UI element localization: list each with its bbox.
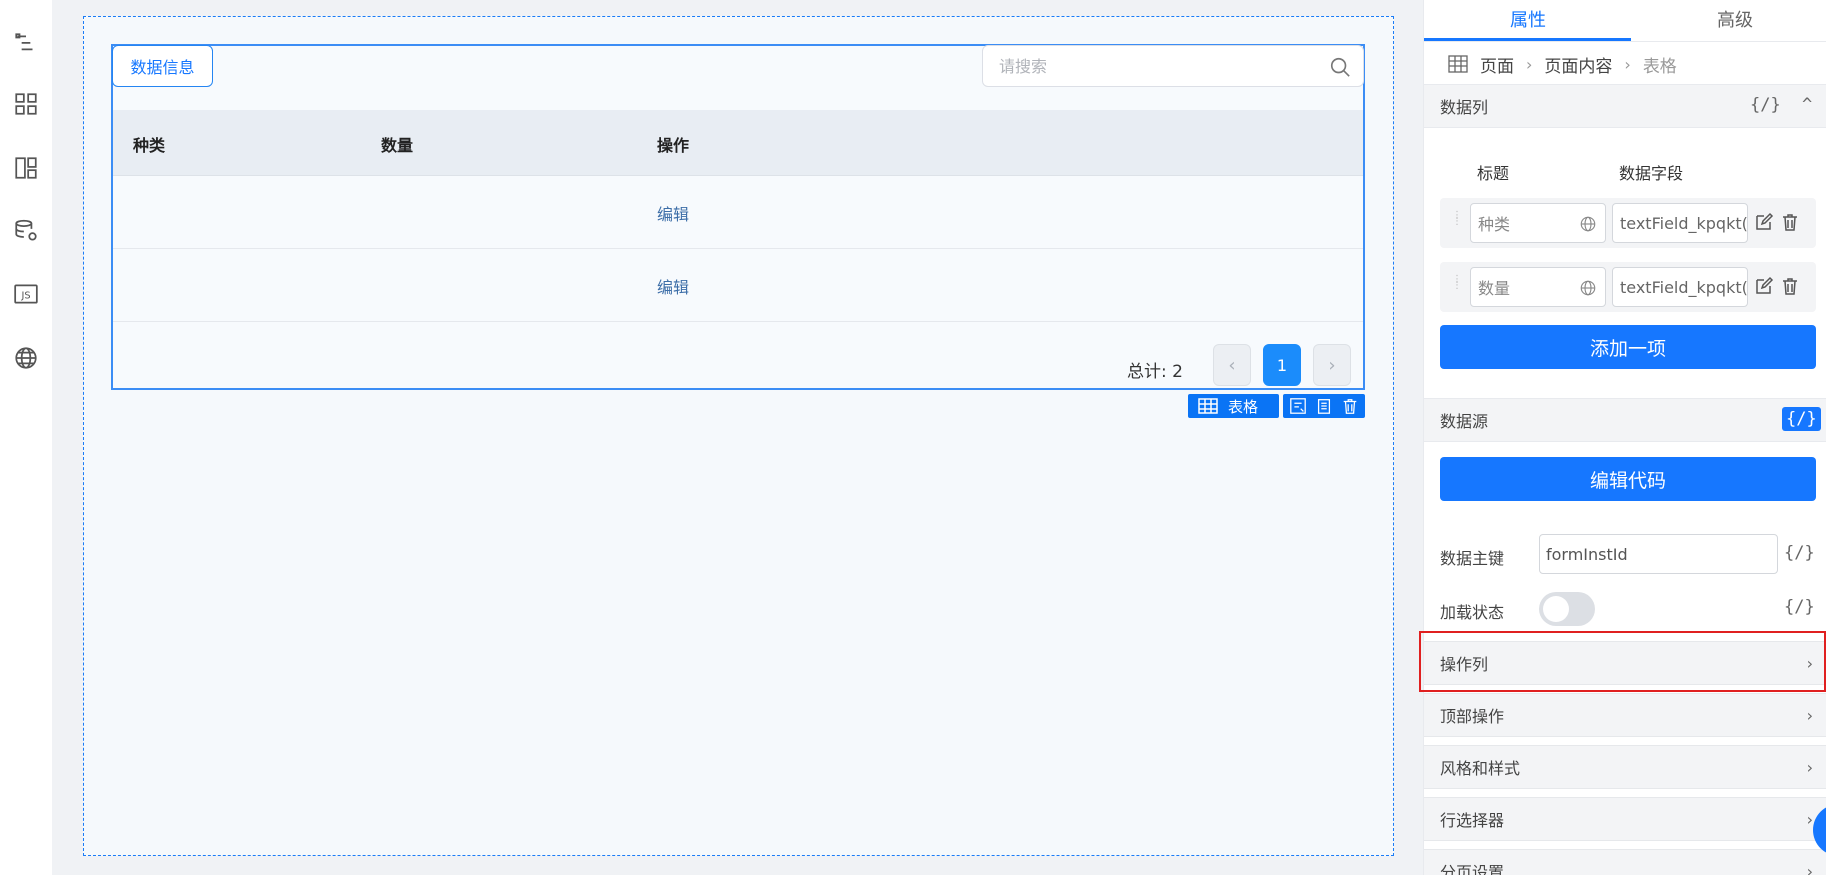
- select-parent-icon[interactable]: [1287, 395, 1309, 417]
- delete-icon[interactable]: [1780, 212, 1800, 232]
- svg-text:JS: JS: [20, 290, 30, 301]
- table-row: 编辑: [113, 249, 1363, 322]
- breadcrumb-table: 表格: [1642, 56, 1677, 77]
- header-quantity: 数量: [381, 136, 414, 155]
- variable-binding-icon[interactable]: {/}: [1750, 95, 1781, 115]
- chevron-right-icon: ›: [1806, 809, 1813, 829]
- breadcrumb-page[interactable]: 页面: [1480, 52, 1514, 77]
- section-label: 行选择器: [1440, 811, 1505, 830]
- breadcrumb-page-content[interactable]: 页面内容: [1544, 52, 1612, 77]
- chevron-right-icon: ›: [1806, 705, 1813, 725]
- component-actions: [1283, 394, 1365, 418]
- edit-link[interactable]: 编辑: [657, 201, 689, 225]
- section-label: 操作列: [1440, 655, 1489, 674]
- table-row: 编辑: [113, 176, 1363, 249]
- tab-properties[interactable]: 属性: [1510, 6, 1546, 32]
- delete-icon[interactable]: [1339, 395, 1361, 417]
- js-icon[interactable]: JS: [10, 278, 42, 310]
- component-toolbar: 表格: [1188, 394, 1365, 418]
- column-field-header: 数据字段: [1619, 164, 1684, 183]
- style-section[interactable]: 风格和样式 ›: [1424, 745, 1826, 789]
- column-title-input[interactable]: 种类: [1470, 203, 1606, 243]
- column-title-value: 种类: [1478, 215, 1511, 234]
- drag-handle-icon[interactable]: ⋮ ⋮: [1452, 275, 1462, 299]
- tab-advanced[interactable]: 高级: [1717, 6, 1753, 32]
- grid-icon: [1448, 55, 1468, 73]
- outline-icon[interactable]: [10, 28, 42, 60]
- datasource-title: 数据源: [1440, 412, 1489, 431]
- column-title-value: 数量: [1478, 279, 1511, 298]
- action-column-section[interactable]: 操作列 ›: [1424, 641, 1826, 685]
- variable-binding-icon[interactable]: {/}: [1784, 597, 1815, 617]
- datasource-header[interactable]: 数据源 {/}: [1424, 398, 1826, 442]
- data-columns-header[interactable]: 数据列 {/} ^: [1424, 84, 1826, 128]
- header-kind: 种类: [133, 136, 166, 155]
- variable-binding-icon[interactable]: {/}: [1782, 407, 1821, 431]
- edit-link[interactable]: 编辑: [657, 274, 689, 298]
- column-field-input[interactable]: textField_kpqkt(: [1612, 267, 1748, 307]
- header-action: 操作: [657, 136, 690, 155]
- column-title-input[interactable]: 数量: [1470, 267, 1606, 307]
- section-label: 分页设置: [1440, 863, 1505, 875]
- component-label-text: 表格: [1228, 397, 1259, 416]
- primary-key-label: 数据主键: [1440, 549, 1505, 568]
- component-label[interactable]: 表格: [1188, 394, 1279, 418]
- table-icon: [1198, 398, 1218, 414]
- prev-page-button[interactable]: ‹: [1213, 344, 1251, 386]
- loading-state-label: 加载状态: [1440, 603, 1505, 622]
- pagination-total: 总计: 2: [1127, 362, 1183, 382]
- data-columns-title: 数据列: [1440, 98, 1489, 117]
- pagination-settings-section[interactable]: 分页设置 ›: [1424, 849, 1826, 875]
- table-search: [982, 45, 1364, 87]
- panel-tabs: 属性 高级: [1424, 0, 1826, 42]
- loading-state-toggle[interactable]: [1539, 592, 1595, 626]
- components-icon[interactable]: [10, 88, 42, 120]
- top-actions-section[interactable]: 顶部操作 ›: [1424, 693, 1826, 737]
- primary-key-input[interactable]: formInstId: [1539, 534, 1778, 574]
- column-row: ⋮ ⋮ 数量 textField_kpqkt(: [1440, 262, 1816, 312]
- edit-icon[interactable]: [1754, 212, 1774, 232]
- page-1-button[interactable]: 1: [1263, 344, 1301, 386]
- chevron-right-icon: ›: [1624, 54, 1631, 74]
- data-info-button[interactable]: 数据信息: [112, 45, 213, 87]
- i18n-globe-icon[interactable]: [1579, 279, 1597, 297]
- i18n-globe-icon[interactable]: [1579, 215, 1597, 233]
- delete-icon[interactable]: [1780, 276, 1800, 296]
- add-item-button[interactable]: 添加一项: [1440, 325, 1816, 369]
- toggle-knob: [1543, 596, 1569, 622]
- column-title-header: 标题: [1477, 164, 1510, 183]
- edit-icon[interactable]: [1754, 276, 1774, 296]
- left-toolbar: JS: [0, 0, 52, 875]
- column-row: ⋮ ⋮ 种类 textField_kpqkt(: [1440, 198, 1816, 248]
- search-input[interactable]: [999, 56, 1309, 76]
- breadcrumb: 页面 › 页面内容 › 表格: [1448, 52, 1677, 77]
- table-header: 种类 数量 操作: [113, 110, 1363, 176]
- column-field-input[interactable]: textField_kpqkt(: [1612, 203, 1748, 243]
- section-label: 风格和样式: [1440, 759, 1521, 778]
- layout-icon[interactable]: [10, 152, 42, 184]
- datasource-icon[interactable]: [10, 215, 42, 247]
- copy-icon[interactable]: [1313, 395, 1335, 417]
- chevron-right-icon: ›: [1806, 757, 1813, 777]
- edit-code-button[interactable]: 编辑代码: [1440, 457, 1816, 501]
- drag-handle-icon[interactable]: ⋮ ⋮: [1452, 211, 1462, 235]
- row-selector-section[interactable]: 行选择器 ›: [1424, 797, 1826, 841]
- collapse-icon[interactable]: ^: [1802, 95, 1812, 115]
- chevron-right-icon: ›: [1806, 653, 1813, 673]
- globe-icon[interactable]: [10, 342, 42, 374]
- chevron-right-icon: ›: [1526, 54, 1533, 74]
- section-label: 顶部操作: [1440, 707, 1505, 726]
- search-icon[interactable]: [1329, 56, 1351, 78]
- next-page-button[interactable]: ›: [1313, 344, 1351, 386]
- chevron-right-icon: ›: [1806, 861, 1813, 875]
- properties-panel: 属性 高级 页面 › 页面内容 › 表格 数据列 {/} ^ 标题 数据字段 ⋮…: [1423, 0, 1826, 875]
- tab-underline: [1424, 38, 1631, 41]
- variable-binding-icon[interactable]: {/}: [1784, 543, 1815, 563]
